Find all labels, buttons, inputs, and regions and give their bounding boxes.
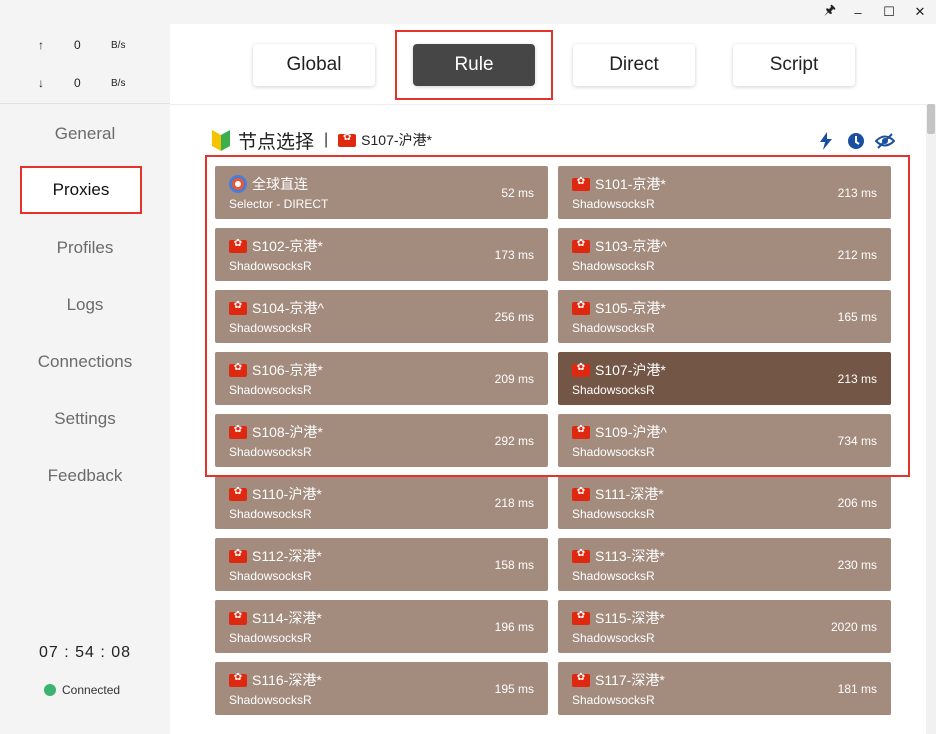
proxy-type: ShadowsocksR: [572, 569, 655, 583]
rule-highlight-box: [395, 30, 553, 100]
download-arrow-icon: ↓: [38, 76, 44, 90]
proxy-card[interactable]: S110-沪港* ShadowsocksR 218 ms: [215, 476, 548, 529]
proxy-card[interactable]: S117-深港* ShadowsocksR 181 ms: [558, 662, 891, 715]
beginner-icon: [212, 130, 230, 151]
proxy-name: S110-沪港*: [229, 484, 322, 504]
divider: [170, 104, 926, 105]
proxy-card[interactable]: S116-深港* ShadowsocksR 195 ms: [215, 662, 548, 715]
proxy-delay[interactable]: 206 ms: [838, 496, 877, 510]
hk-flag-icon: [572, 672, 590, 687]
hk-flag-icon: [572, 486, 590, 501]
mode-global-button[interactable]: Global: [253, 44, 375, 86]
proxy-type: ShadowsocksR: [229, 631, 312, 645]
traffic-panel: ↑ 0 B/s ↓ 0 B/s: [0, 24, 170, 104]
nav-item-settings[interactable]: Settings: [0, 390, 170, 447]
proxy-group-header: 节点选择 | S107-沪港*: [210, 125, 432, 155]
proxy-card[interactable]: S112-深港* ShadowsocksR 158 ms: [215, 538, 548, 591]
upload-value: 0: [74, 38, 81, 52]
mode-script-button[interactable]: Script: [733, 44, 855, 86]
proxy-type: ShadowsocksR: [572, 693, 655, 707]
hk-flag-icon: [229, 610, 247, 625]
proxy-name: S112-深港*: [229, 546, 322, 566]
proxy-type: ShadowsocksR: [229, 693, 312, 707]
hk-flag-icon: [229, 548, 247, 563]
minimize-button[interactable]: –: [844, 0, 872, 24]
nav-item-feedback[interactable]: Feedback: [0, 447, 170, 504]
nav-item-connections[interactable]: Connections: [0, 333, 170, 390]
proxy-name-label: S112-深港*: [252, 548, 322, 564]
proxy-type: ShadowsocksR: [572, 507, 655, 521]
upload-speed: ↑ 0 B/s: [0, 38, 170, 58]
proxy-delay[interactable]: 218 ms: [495, 496, 534, 510]
proxy-card[interactable]: S111-深港* ShadowsocksR 206 ms: [558, 476, 891, 529]
hk-flag-icon: [229, 486, 247, 501]
proxy-name-label: S110-沪港*: [252, 486, 322, 502]
proxy-name-label: S116-深港*: [252, 672, 322, 688]
nav-item-proxies[interactable]: Proxies: [20, 166, 142, 214]
nav-item-profiles[interactable]: Profiles: [0, 219, 170, 276]
hk-flag-icon: [572, 548, 590, 563]
group-separator: |: [324, 131, 329, 148]
close-button[interactable]: ✕: [906, 0, 934, 24]
proxy-card[interactable]: S114-深港* ShadowsocksR 196 ms: [215, 600, 548, 653]
lightning-icon[interactable]: [816, 131, 836, 151]
title-bar: 🖈 – ☐ ✕: [0, 0, 936, 24]
proxy-delay[interactable]: 195 ms: [495, 682, 534, 696]
proxy-name: S117-深港*: [572, 670, 665, 690]
group-title: 节点选择: [238, 131, 315, 153]
proxy-name: S113-深港*: [572, 546, 665, 566]
group-selected-proxy[interactable]: S107-沪港*: [338, 130, 432, 150]
nav-item-logs[interactable]: Logs: [0, 276, 170, 333]
latency-test-icon[interactable]: [846, 131, 866, 151]
sidebar: ↑ 0 B/s ↓ 0 B/s General Proxies Profiles…: [0, 24, 170, 734]
proxy-delay[interactable]: 2020 ms: [831, 620, 877, 634]
proxy-name-label: S113-深港*: [595, 548, 665, 564]
download-speed: ↓ 0 B/s: [0, 76, 170, 96]
mode-direct-button[interactable]: Direct: [573, 44, 695, 86]
pin-icon[interactable]: 🖈: [816, 0, 844, 24]
proxy-type: ShadowsocksR: [572, 631, 655, 645]
proxy-delay[interactable]: 158 ms: [495, 558, 534, 572]
maximize-button[interactable]: ☐: [875, 0, 903, 24]
proxy-name-label: S115-深港*: [595, 610, 665, 626]
proxy-card[interactable]: S115-深港* ShadowsocksR 2020 ms: [558, 600, 891, 653]
nav-item-general[interactable]: General: [0, 105, 170, 162]
connection-status: Connected: [44, 683, 120, 697]
proxy-card[interactable]: S113-深港* ShadowsocksR 230 ms: [558, 538, 891, 591]
hk-flag-icon: [229, 672, 247, 687]
proxy-delay[interactable]: 230 ms: [838, 558, 877, 572]
hk-flag-icon: [338, 132, 357, 147]
hide-unavailable-icon[interactable]: [875, 131, 895, 151]
group-selected-label: S107-沪港*: [361, 132, 432, 148]
proxy-delay[interactable]: 196 ms: [495, 620, 534, 634]
status-label: Connected: [62, 683, 121, 697]
upload-unit: B/s: [111, 40, 126, 51]
upload-arrow-icon: ↑: [38, 38, 44, 52]
proxy-type: ShadowsocksR: [229, 507, 312, 521]
scrollbar[interactable]: [926, 104, 936, 734]
hk-flag-icon: [572, 610, 590, 625]
proxy-name: S114-深港*: [229, 608, 322, 628]
proxy-name: S111-深港*: [572, 484, 664, 504]
proxy-name: S116-深港*: [229, 670, 322, 690]
proxies-highlight-box: [205, 155, 910, 477]
download-unit: B/s: [111, 78, 126, 89]
scroll-thumb[interactable]: [927, 104, 935, 134]
proxy-name: S115-深港*: [572, 608, 665, 628]
download-value: 0: [74, 76, 81, 90]
uptime-clock: 07 : 54 : 08: [38, 644, 132, 661]
proxy-type: ShadowsocksR: [229, 569, 312, 583]
proxy-delay[interactable]: 181 ms: [838, 682, 877, 696]
proxy-name-label: S114-深港*: [252, 610, 322, 626]
proxy-name-label: S111-深港*: [595, 486, 664, 502]
status-dot-icon: [44, 684, 56, 696]
proxy-name-label: S117-深港*: [595, 672, 665, 688]
